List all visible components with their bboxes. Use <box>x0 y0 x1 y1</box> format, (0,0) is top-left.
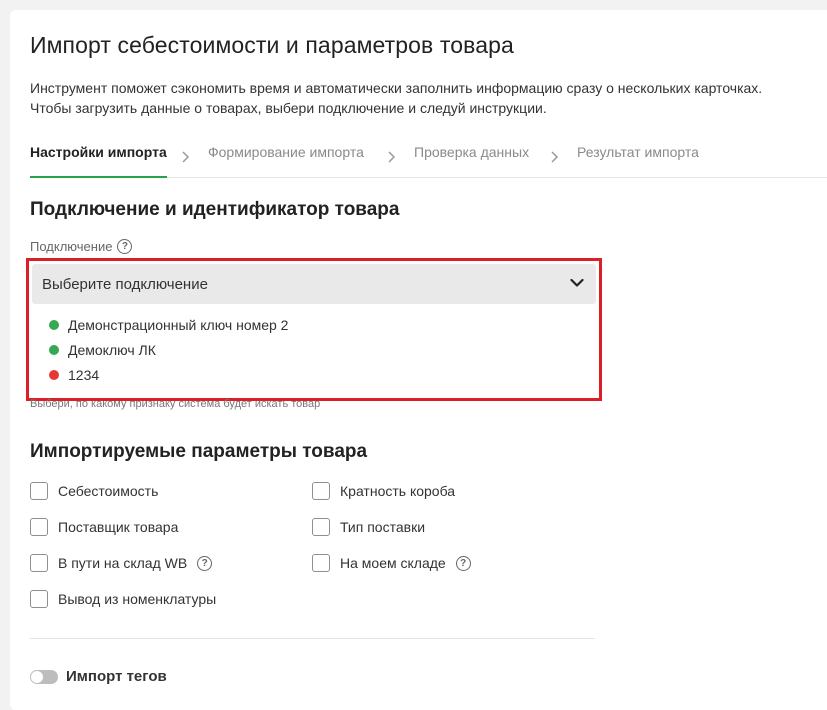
connection-section-heading: Подключение и идентификатор товара <box>30 199 400 220</box>
checkbox-cost[interactable]: Себестоимость <box>30 481 158 501</box>
connection-label: Подключение <box>30 239 113 254</box>
checkbox-my-warehouse[interactable]: На моем складе ? <box>312 553 471 573</box>
toggle-knob <box>31 670 43 683</box>
checkbox-label: Вывод из номенклатуры <box>58 591 217 607</box>
checkbox-box[interactable] <box>312 482 330 500</box>
description-line-2: Чтобы загрузить данные о товарах, выбери… <box>30 100 547 116</box>
checkbox-in-transit-wb[interactable]: В пути на склад WB ? <box>30 553 213 573</box>
checkbox-label: Кратность короба <box>340 483 456 499</box>
chevron-right-icon <box>182 151 190 163</box>
step-import-result[interactable]: Результат импорта <box>577 144 699 178</box>
import-steps: Настройки импорта Формирование импорта П… <box>30 140 827 178</box>
checkbox-supplier[interactable]: Поставщик товара <box>30 517 178 537</box>
status-dot-icon <box>49 320 59 330</box>
step-data-check[interactable]: Проверка данных <box>414 144 529 178</box>
checkbox-label: Себестоимость <box>58 483 159 499</box>
status-dot-icon <box>49 345 59 355</box>
checkbox-label: В пути на склад WB <box>58 555 188 571</box>
description-line-1: Инструмент поможет сэкономить время и ав… <box>30 80 763 96</box>
connection-option[interactable]: Демоключ ЛК <box>49 340 156 360</box>
checkbox-label: Тип поставки <box>340 519 426 535</box>
connection-dropdown-highlight: Выберите подключение Демонстрационный кл… <box>26 258 602 401</box>
tags-import-toggle[interactable] <box>30 669 58 684</box>
checkbox-box[interactable] <box>312 554 330 572</box>
checkbox-delivery-type[interactable]: Тип поставки <box>312 517 425 537</box>
help-icon[interactable]: ? <box>197 555 213 571</box>
chevron-right-icon <box>551 151 559 163</box>
checkbox-box-multiplicity[interactable]: Кратность короба <box>312 481 455 501</box>
connection-option-label: 1234 <box>68 367 100 383</box>
connection-option[interactable]: Демонстрационный ключ номер 2 <box>49 315 288 335</box>
identifier-hint: Выбери, по какому признаку система будет… <box>30 398 321 410</box>
checkbox-box[interactable] <box>30 590 48 608</box>
help-icon[interactable]: ? <box>117 239 133 254</box>
step-import-settings[interactable]: Настройки импорта <box>30 144 167 178</box>
connection-select-placeholder: Выберите подключение <box>42 276 208 293</box>
connection-select[interactable]: Выберите подключение <box>32 264 596 304</box>
checkbox-label: Поставщик товара <box>58 519 179 535</box>
step-forming-import[interactable]: Формирование импорта <box>208 144 364 178</box>
checkbox-box[interactable] <box>30 518 48 536</box>
main-card: Импорт себестоимости и параметров товара… <box>10 10 827 710</box>
connection-option-label: Демоключ ЛК <box>68 342 156 358</box>
tags-import-row: Импорт тегов <box>30 668 167 685</box>
page-description: Инструмент поможет сэкономить время и ав… <box>30 78 762 118</box>
divider <box>30 638 595 639</box>
page-title: Импорт себестоимости и параметров товара <box>30 32 514 58</box>
tags-import-label: Импорт тегов <box>66 668 167 685</box>
checkbox-box[interactable] <box>30 482 48 500</box>
checkbox-label: На моем складе <box>340 555 446 571</box>
chevron-right-icon <box>388 151 396 163</box>
checkbox-box[interactable] <box>312 518 330 536</box>
help-icon[interactable]: ? <box>455 555 471 571</box>
connection-option-label: Демонстрационный ключ номер 2 <box>68 317 289 333</box>
checkbox-withdraw-nomenclature[interactable]: Вывод из номенклатуры <box>30 589 216 609</box>
connection-option[interactable]: 1234 <box>49 365 99 385</box>
params-section-heading: Импортируемые параметры товара <box>30 441 368 462</box>
connection-label-row: Подключение ? <box>30 239 133 254</box>
status-dot-icon <box>49 370 59 380</box>
checkbox-box[interactable] <box>30 554 48 572</box>
chevron-down-icon <box>570 278 584 287</box>
